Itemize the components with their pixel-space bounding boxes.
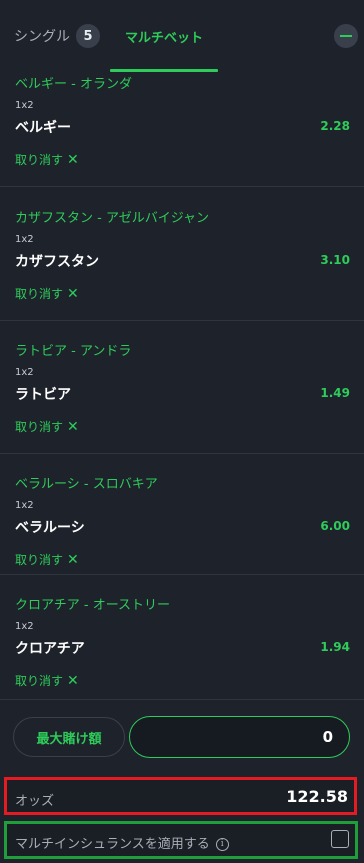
remove-selection-button[interactable]: 取り消す ✕ (15, 285, 79, 302)
stake-area: 最大賭け額 (0, 700, 364, 772)
selection-item: ラトビア - アンドラ 1x2 ラトビア 1.49 取り消す ✕ (0, 340, 364, 454)
insurance-label: マルチインシュランスを適用する i (15, 833, 229, 852)
selection-market: 1x2 (15, 500, 34, 511)
remove-selection-button[interactable]: 取り消す ✕ (15, 151, 79, 168)
selection-item: ベラルーシ - スロバキア 1x2 ベラルーシ 6.00 取り消す ✕ (0, 473, 364, 575)
selection-market: 1x2 (15, 234, 34, 245)
selection-pick: クロアチア (15, 641, 85, 657)
multi-insurance-row: マルチインシュランスを適用する i (4, 821, 358, 859)
tab-single[interactable]: シングル 5 (14, 24, 100, 48)
selection-match: ベラルーシ - スロバキア (15, 477, 158, 492)
selection-pick: カザフスタン (15, 254, 99, 270)
selection-odds: 1.94 (320, 640, 350, 654)
remove-selection-button[interactable]: 取り消す ✕ (15, 551, 79, 568)
selection-market: 1x2 (15, 367, 34, 378)
selection-odds: 2.28 (320, 119, 350, 133)
close-icon: ✕ (67, 551, 79, 568)
insurance-checkbox[interactable] (331, 830, 349, 848)
active-tab-indicator (110, 69, 218, 72)
total-odds-row: オッズ 122.58 (4, 777, 357, 815)
selection-odds: 1.49 (320, 386, 350, 400)
close-icon: ✕ (67, 418, 79, 435)
remove-label: 取り消す (15, 287, 64, 301)
info-icon[interactable]: i (215, 837, 229, 851)
remove-label: 取り消す (15, 153, 64, 167)
remove-label: 取り消す (15, 674, 64, 688)
total-odds-label: オッズ (15, 794, 55, 809)
close-icon: ✕ (67, 285, 79, 302)
selection-match: クロアチア - オーストリー (15, 598, 171, 613)
selection-market: 1x2 (15, 621, 34, 632)
selection-pick: ベラルーシ (15, 520, 85, 536)
remove-selection-button[interactable]: 取り消す ✕ (15, 418, 79, 435)
remove-selection-button[interactable]: 取り消す ✕ (15, 672, 79, 689)
selection-pick: ベルギー (15, 120, 71, 136)
tab-single-label: シングル (14, 29, 70, 45)
tab-multibet[interactable]: マルチベット (125, 27, 203, 46)
selection-market: 1x2 (15, 100, 34, 111)
total-odds-value: 122.58 (286, 787, 348, 806)
collapse-betslip-button[interactable] (334, 24, 358, 48)
single-count-badge: 5 (76, 24, 100, 48)
selection-match: ラトビア - アンドラ (15, 344, 132, 359)
max-stake-button[interactable]: 最大賭け額 (13, 717, 125, 757)
selection-odds: 6.00 (320, 519, 350, 533)
selection-odds: 3.10 (320, 253, 350, 267)
insurance-label-text: マルチインシュランスを適用する (15, 837, 210, 852)
selection-item: カザフスタン - アゼルバイジャン 1x2 カザフスタン 3.10 取り消す ✕ (0, 207, 364, 321)
selection-item: ベルギー - オランダ 1x2 ベルギー 2.28 取り消す ✕ (0, 73, 364, 187)
selection-item: クロアチア - オーストリー 1x2 クロアチア 1.94 取り消す ✕ (0, 594, 364, 700)
selection-match: カザフスタン - アゼルバイジャン (15, 211, 210, 226)
selection-pick: ラトビア (15, 387, 71, 403)
stake-input[interactable] (129, 716, 350, 758)
close-icon: ✕ (67, 151, 79, 168)
bet-type-tabs: シングル 5 マルチベット (0, 0, 364, 72)
remove-label: 取り消す (15, 420, 64, 434)
minus-icon (340, 35, 352, 37)
selection-match: ベルギー - オランダ (15, 77, 132, 92)
close-icon: ✕ (67, 672, 79, 689)
remove-label: 取り消す (15, 553, 64, 567)
